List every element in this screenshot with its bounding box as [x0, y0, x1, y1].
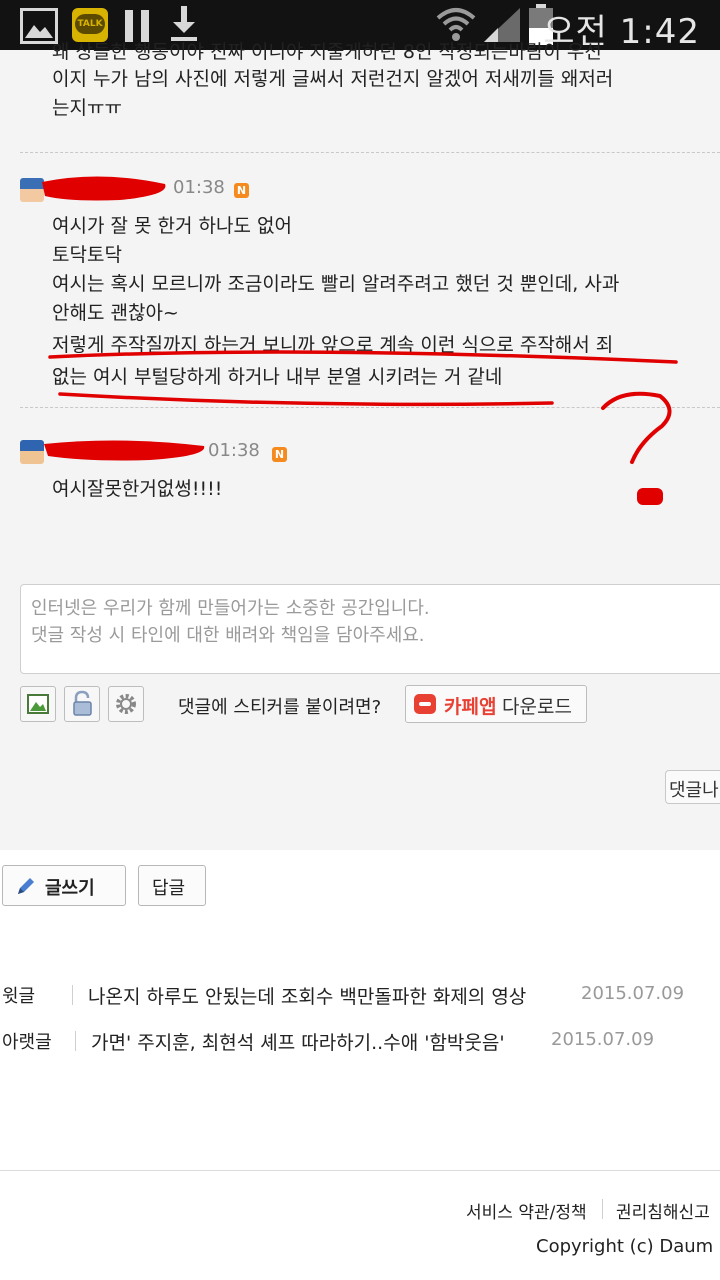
comment-line: 여시가 잘 못 한거 하나도 없어: [52, 215, 292, 237]
privacy-lock-button[interactable]: [64, 686, 100, 722]
prev-post-date: 2015.07.09: [581, 983, 685, 1004]
write-button[interactable]: 글쓰기: [2, 865, 126, 906]
comment-time: 01:38: [173, 177, 225, 198]
footer-divider: [0, 1170, 720, 1171]
copyright: Copyright (c) Daum I: [536, 1236, 720, 1257]
image-icon: [27, 694, 49, 714]
terms-link[interactable]: 서비스 약관/정책: [466, 1198, 587, 1223]
post-comment-button[interactable]: 댓글나: [665, 770, 720, 804]
divider: [75, 1031, 76, 1051]
comment-time: 01:38: [208, 440, 260, 461]
comment-line: 없는 여시 부털당하게 하거나 내부 분열 시키려는 거 같네: [52, 366, 503, 388]
prev-post-link[interactable]: 나온지 하루도 안됬는데 조회수 백만돌파한 화제의 영상: [88, 982, 526, 1009]
avatar[interactable]: [20, 178, 44, 202]
gear-icon: [116, 694, 136, 714]
download-icon: [171, 6, 197, 41]
new-badge: N: [272, 447, 287, 462]
input-placeholder: 인터넷은 우리가 함께 만들어가는 소중한 공간입니다.: [31, 598, 430, 619]
divider: [20, 152, 720, 153]
rights-report-link[interactable]: 권리침해신고: [616, 1198, 710, 1223]
wifi-icon: [436, 8, 476, 41]
lock-icon: [73, 690, 92, 716]
comment-line: 여시는 혹시 모르니까 조금이라도 빨리 알려주려고 했던 것 뿐인데, 사과: [52, 273, 620, 295]
reply-button[interactable]: 답글: [138, 865, 206, 906]
avatar[interactable]: [20, 440, 44, 464]
next-post-link[interactable]: 가면' 주지훈, 최현석 셰프 따라하기..수애 '함박웃음': [91, 1028, 505, 1055]
cafe-app-label: 카페앱: [444, 696, 497, 718]
sticker-prompt: 댓글에 스티커를 붙이려면?: [178, 697, 382, 718]
write-label: 글쓰기: [45, 878, 95, 899]
comment-line: 토닥토닥: [52, 244, 122, 266]
comment-list: 왜 상들한 행동이야 진짜 이니야 지줄게하던 8인 작정되는바람이 우선 이지…: [0, 41, 720, 850]
cafe-app-download-button[interactable]: 카페앱 다운로드: [405, 685, 587, 723]
kakaotalk-icon: TALK: [72, 8, 108, 42]
settings-button[interactable]: [108, 686, 144, 722]
new-badge: N: [234, 183, 249, 198]
comment-line: 저렇게 주작질까지 하는거 보니까 앞으로 계속 이런 식으로 주작해서 죄: [52, 334, 614, 356]
divider: [72, 985, 73, 1005]
comment-input[interactable]: 인터넷은 우리가 함께 만들어가는 소중한 공간입니다. 댓글 작성 시 타인에…: [20, 584, 720, 674]
input-placeholder: 댓글 작성 시 타인에 대한 배려와 책임을 담아주세요.: [31, 625, 425, 646]
next-post-date: 2015.07.09: [551, 1029, 655, 1050]
pencil-icon: [18, 878, 34, 894]
divider: [20, 407, 720, 408]
comment-line: 안해도 괜찮아~: [52, 302, 179, 324]
attach-image-button[interactable]: [20, 686, 56, 722]
next-post-label: 아랫글: [2, 1032, 52, 1053]
divider: [602, 1199, 603, 1219]
comment-line: 여시잘못한거없썽!!!!: [52, 478, 223, 500]
reply-label: 답글: [152, 878, 186, 899]
prev-post-label: 윗글: [2, 986, 36, 1007]
cafe-app-icon: [414, 694, 436, 714]
comment-line: 는지ㅠㅠ: [52, 97, 122, 119]
download-label: 다운로드: [502, 696, 572, 718]
signal-icon: [484, 8, 520, 42]
comment-line: 이지 누가 남의 사진에 저렇게 글써서 저런건지 알겠어 저새끼들 왜저러: [52, 68, 614, 90]
comment-line: 왜 상들한 행동이야 진짜 이니야 지줄게하던 8인 작정되는바람이 우선: [52, 41, 602, 63]
